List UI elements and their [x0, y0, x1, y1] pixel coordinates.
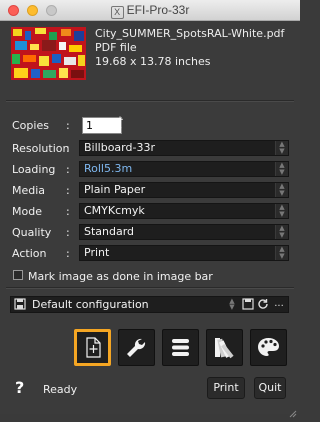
quality-select[interactable]: Standard ▲ ▼: [79, 224, 289, 240]
loading-select[interactable]: Roll5.3m ▲ ▼: [79, 161, 289, 177]
title-bar: X EFI-Pro-33r: [0, 0, 300, 21]
copies-label: Copies: [12, 119, 49, 132]
quality-colon: :: [66, 226, 70, 239]
dropdown-arrows-icon[interactable]: ▲ ▼: [275, 162, 288, 176]
help-button[interactable]: ?: [15, 378, 24, 397]
mode-colon: :: [66, 205, 70, 218]
mark-image-done-option[interactable]: Mark image as done in image bar: [13, 270, 213, 283]
media-select[interactable]: Plain Paper ▲ ▼: [79, 182, 289, 198]
divider: [6, 287, 294, 289]
document-icon: [77, 337, 108, 367]
dropdown-arrows-icon[interactable]: ▲ ▼: [226, 298, 238, 311]
dropdown-arrows-icon[interactable]: ▲ ▼: [275, 246, 288, 260]
mode-select[interactable]: CMYKcmyk ▲ ▼: [79, 203, 289, 219]
list-tool-button[interactable]: [162, 329, 199, 366]
palette-icon: [251, 338, 286, 369]
resolution-select[interactable]: Billboard-33r ▲ ▼: [79, 140, 289, 156]
window-title: X EFI-Pro-33r: [0, 3, 300, 19]
decrement-icon[interactable]: -: [116, 124, 124, 133]
resolution-value: Billboard-33r: [84, 141, 155, 154]
media-label: Media: [12, 184, 46, 197]
copies-colon: :: [66, 119, 70, 132]
wrench-icon: [119, 338, 154, 369]
document-tool-button[interactable]: [74, 329, 111, 366]
configuration-select[interactable]: Default configuration ▲ ▼ ...: [10, 296, 289, 313]
window-title-text: EFI-Pro-33r: [126, 3, 190, 17]
divider: [6, 100, 294, 102]
status-text: Ready: [43, 383, 78, 396]
quality-value: Standard: [84, 225, 135, 238]
swatch-tool-button[interactable]: [206, 329, 243, 366]
dropdown-arrows-icon[interactable]: ▲ ▼: [275, 183, 288, 197]
dropdown-arrows-icon[interactable]: ▲ ▼: [275, 225, 288, 239]
mark-image-label: Mark image as done in image bar: [28, 270, 213, 283]
action-colon: :: [66, 247, 70, 260]
save-config-icon[interactable]: [242, 298, 254, 310]
loading-colon: :: [66, 163, 70, 176]
mode-value: CMYKcmyk: [84, 204, 145, 217]
palette-tool-button[interactable]: [250, 329, 287, 366]
wrench-tool-button[interactable]: [118, 329, 155, 366]
media-value: Plain Paper: [84, 183, 146, 196]
file-type: PDF file: [95, 41, 137, 54]
file-info: City_SUMMER_SpotsRAL-White.pdf PDF file …: [95, 27, 284, 69]
copies-stepper[interactable]: + -: [116, 116, 124, 133]
dropdown-arrows-icon[interactable]: ▲ ▼: [275, 141, 288, 155]
print-button[interactable]: Print: [207, 377, 245, 399]
action-select[interactable]: Print ▲ ▼: [79, 245, 289, 261]
dropdown-arrows-icon[interactable]: ▲ ▼: [275, 204, 288, 218]
configuration-value: Default configuration: [32, 298, 149, 311]
media-colon: :: [66, 184, 70, 197]
loading-value: Roll5.3m: [84, 162, 133, 175]
list-icon: [163, 339, 198, 369]
more-options-icon[interactable]: ...: [273, 298, 285, 310]
action-value: Print: [84, 246, 110, 259]
quit-button[interactable]: Quit: [254, 377, 286, 399]
file-name: City_SUMMER_SpotsRAL-White.pdf: [95, 27, 285, 40]
print-dialog-window: X EFI-Pro-33r City_SUMMER_SpotsRAL-White.…: [0, 0, 300, 418]
mark-image-checkbox[interactable]: [13, 270, 23, 280]
file-size: 19.68 x 13.78 inches: [95, 55, 211, 68]
swatch-fan-icon: [207, 338, 242, 369]
file-thumbnail: [11, 27, 86, 80]
action-label: Action: [12, 247, 47, 260]
floppy-disk-icon[interactable]: [14, 298, 26, 310]
resize-grip-icon[interactable]: [289, 403, 297, 418]
app-x-icon: X: [110, 6, 124, 19]
quality-label: Quality: [12, 226, 52, 239]
loading-label: Loading: [12, 163, 56, 176]
refresh-icon[interactable]: [257, 298, 269, 310]
resolution-colon: :: [66, 142, 70, 155]
resolution-label: Resolution: [12, 142, 70, 155]
mode-label: Mode: [12, 205, 42, 218]
